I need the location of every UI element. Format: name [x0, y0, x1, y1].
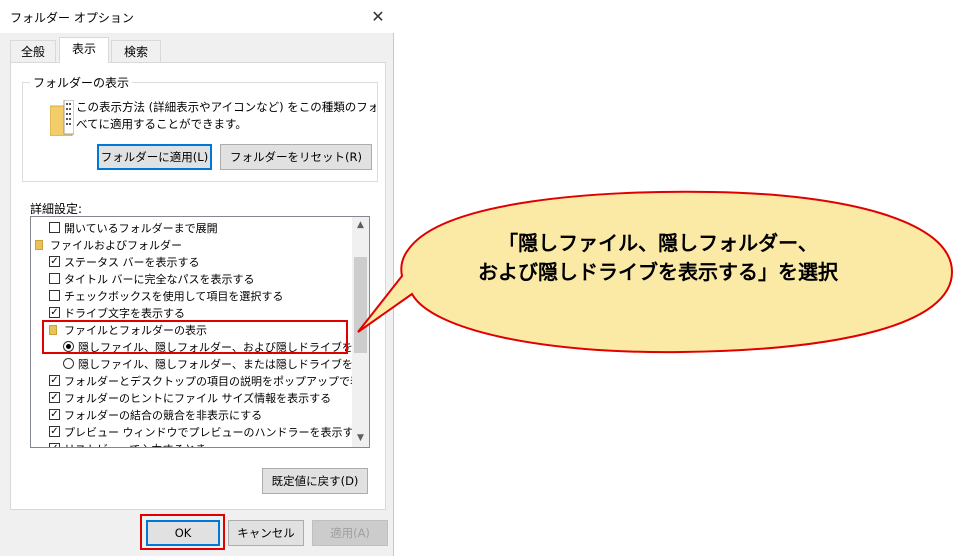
checkbox-checked-icon[interactable]: ✓: [49, 426, 60, 437]
scroll-down-icon[interactable]: ▼: [352, 430, 369, 447]
highlight-box-hidden-files: [42, 320, 348, 354]
checkbox-unchecked-icon[interactable]: [49, 290, 60, 301]
folder-icon: [35, 240, 43, 250]
dialog-title: フォルダー オプション: [10, 11, 134, 25]
tree-item-label: フォルダーとデスクトップの項目の説明をポップアップで表示する: [64, 375, 370, 388]
checkbox-checked-icon[interactable]: ✓: [49, 443, 60, 447]
tab-search[interactable]: 検索: [111, 40, 161, 62]
radio-unselected-icon[interactable]: [63, 358, 74, 369]
tree-item-label: リストビューで入力するとき: [64, 441, 206, 447]
tree-item-label: タイトル バーに完全なパスを表示する: [64, 273, 255, 286]
description-line: べてに適用することができます。: [76, 117, 247, 131]
checkbox-unchecked-icon[interactable]: [49, 273, 60, 284]
checkbox-checked-icon[interactable]: ✓: [49, 307, 60, 318]
checkbox-checked-icon[interactable]: ✓: [49, 256, 60, 267]
callout-line: 「隠しファイル、隠しフォルダー、: [498, 231, 818, 255]
tree-item-label: 隠しファイル、隠しフォルダー、または隠しドライブを表示しない: [78, 358, 369, 371]
tab-label: 表示: [71, 42, 96, 56]
restore-defaults-button[interactable]: 既定値に戻す(D): [262, 468, 368, 494]
tab-view[interactable]: 表示: [59, 37, 109, 63]
callout-text: 「隠しファイル、隠しフォルダー、 および隠しドライブを表示する」を選択: [378, 229, 938, 287]
apply-to-folders-button[interactable]: フォルダーに適用(L): [97, 144, 212, 170]
folder-view-description: この表示方法 (詳細表示やアイコンなど) をこの種類のフォルダーす べてに適用す…: [76, 99, 376, 133]
tab-label: 検索: [123, 45, 148, 59]
tree-item-label: ステータス バーを表示する: [64, 256, 200, 269]
tree-item-label: ファイルおよびフォルダー: [50, 239, 182, 252]
close-icon[interactable]: ✕: [366, 6, 390, 28]
cancel-button[interactable]: キャンセル: [228, 520, 304, 546]
checkbox-unchecked-icon[interactable]: [49, 222, 60, 233]
tree-item-label: 開いているフォルダーまで展開: [64, 222, 218, 235]
checkbox-checked-icon[interactable]: ✓: [49, 409, 60, 420]
description-line: この表示方法 (詳細表示やアイコンなど) をこの種類のフォルダーす: [76, 100, 376, 114]
tree-item-label: フォルダーのヒントにファイル サイズ情報を表示する: [64, 392, 332, 405]
tree-item-label: フォルダーの結合の競合を非表示にする: [64, 409, 263, 422]
tab-label: 全般: [20, 45, 45, 59]
tab-general[interactable]: 全般: [10, 40, 56, 62]
highlight-box-ok: [140, 514, 225, 550]
advanced-settings-label: 詳細設定:: [30, 202, 83, 216]
title-bar: フォルダー オプション ✕: [0, 0, 394, 33]
callout-line: および隠しドライブを表示する」を選択: [478, 260, 838, 284]
apply-button[interactable]: 適用(A): [312, 520, 388, 546]
tree-item-label: プレビュー ウィンドウでプレビューのハンドラーを表示する: [64, 426, 365, 439]
folder-icon: [50, 100, 74, 136]
checkbox-checked-icon[interactable]: ✓: [49, 392, 60, 403]
checkbox-checked-icon[interactable]: ✓: [49, 375, 60, 386]
reset-folders-button[interactable]: フォルダーをリセット(R): [220, 144, 372, 170]
folder-view-group-label: フォルダーの表示: [30, 74, 133, 91]
tree-item-label: チェックボックスを使用して項目を選択する: [64, 290, 284, 303]
